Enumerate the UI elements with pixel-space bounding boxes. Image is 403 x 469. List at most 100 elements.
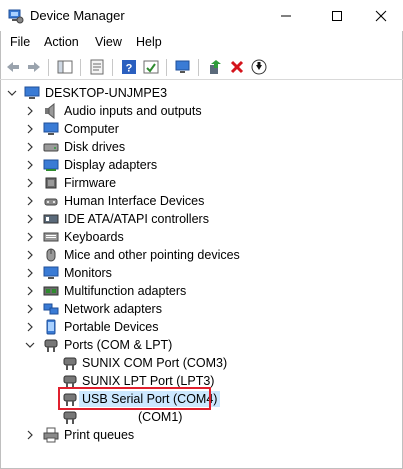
tree-port-sunix-com[interactable]: SUNIX COM Port (COM3) [0, 354, 380, 372]
show-hidden-icon [143, 60, 159, 74]
tree-category-print-queues[interactable]: Print queues [0, 426, 380, 444]
menu-help[interactable]: Help [136, 35, 162, 49]
tree-port-com1[interactable]: (COM1) [0, 408, 380, 426]
forward-icon [28, 62, 40, 72]
tree-category-monitors[interactable]: Monitors [0, 264, 380, 282]
uninstall-device-button[interactable] [228, 58, 246, 76]
expand-chevron-icon[interactable] [24, 246, 36, 264]
maximize-icon [332, 10, 342, 21]
back-icon [7, 62, 19, 72]
toolbar-separator [80, 59, 81, 76]
tree-category-label: Ports (COM & LPT) [64, 338, 173, 352]
tree-category-display-adapters[interactable]: Display adapters [0, 156, 380, 174]
expand-chevron-icon[interactable] [24, 192, 36, 210]
console-tree-button[interactable] [56, 58, 74, 76]
tree-category-label: Mice and other pointing devices [64, 248, 240, 262]
tree-category-label: Computer [64, 122, 119, 136]
minimize-icon [281, 15, 291, 16]
mouse-icon [46, 248, 56, 262]
tree-port-label: SUNIX COM Port (COM3) [82, 356, 228, 370]
menu-view[interactable]: View [95, 35, 122, 49]
close-icon [375, 10, 387, 21]
device-manager-icon [8, 9, 24, 24]
tree-category-keyboards[interactable]: Keyboards [0, 228, 380, 246]
help-icon: ? [122, 60, 136, 75]
expand-chevron-icon[interactable] [24, 210, 36, 228]
expand-chevron-icon[interactable] [24, 426, 36, 444]
tree-category-ports-com-lpt[interactable]: Ports (COM & LPT) [0, 336, 380, 354]
port-icon [63, 411, 77, 424]
expand-chevron-icon[interactable] [24, 174, 36, 192]
monitor-icon [43, 122, 59, 135]
tree-category-label: Disk drives [64, 140, 126, 154]
tree-category-multifunction-adapters[interactable]: Multifunction adapters [0, 282, 380, 300]
collapse-chevron-icon[interactable] [6, 84, 18, 102]
tree-category-label: Display adapters [64, 158, 158, 172]
scan-hardware-button[interactable] [174, 58, 192, 76]
update-driver-button[interactable] [206, 58, 224, 76]
multifunction-icon [43, 286, 59, 296]
monitor-icon [43, 266, 59, 279]
tree-category-human-interface-devices[interactable]: Human Interface Devices [0, 192, 380, 210]
expand-chevron-icon[interactable] [24, 156, 36, 174]
controller-icon [43, 214, 59, 224]
expand-chevron-icon[interactable] [24, 138, 36, 156]
toolbar: ? [0, 55, 403, 80]
properties-icon [90, 59, 104, 75]
tree-category-ide-ata-atapi-controllers[interactable]: IDE ATA/ATAPI controllers [0, 210, 380, 228]
expand-chevron-icon[interactable] [24, 228, 36, 246]
help-button[interactable]: ? [120, 58, 138, 76]
keyboard-icon [43, 232, 59, 242]
vertical-scrollbar[interactable] [392, 80, 402, 468]
expand-chevron-icon[interactable] [24, 120, 36, 138]
port-icon [63, 357, 77, 370]
computer-icon [24, 86, 40, 99]
back-button[interactable] [4, 58, 22, 76]
tree-category-audio-inputs-and-outputs[interactable]: Audio inputs and outputs [0, 102, 380, 120]
tree-category-network-adapters[interactable]: Network adapters [0, 300, 380, 318]
menu-bar: File Action View Help [0, 33, 403, 53]
tree-root-label: DESKTOP-UNJMPE3 [45, 86, 168, 100]
show-hidden-button[interactable] [142, 58, 160, 76]
tree-category-label: Audio inputs and outputs [64, 104, 202, 118]
maximize-button[interactable] [314, 0, 360, 31]
network-icon [43, 303, 59, 315]
toolbar-separator [112, 59, 113, 76]
device-tree: DESKTOP-UNJMPE3 Audio inputs and outputs… [0, 84, 390, 468]
port-icon [44, 339, 58, 352]
hid-icon [44, 198, 58, 206]
minimize-button[interactable] [263, 0, 309, 31]
console-tree-icon [57, 60, 73, 74]
expand-chevron-icon[interactable] [24, 102, 36, 120]
title-bar[interactable]: Device Manager [0, 0, 403, 31]
tree-root[interactable]: DESKTOP-UNJMPE3 [0, 84, 380, 102]
enable-device-button[interactable] [250, 58, 268, 76]
tree-category-computer[interactable]: Computer [0, 120, 380, 138]
printer-icon [43, 427, 59, 443]
toolbar-separator [166, 59, 167, 76]
display-adapter-icon [43, 159, 59, 171]
properties-button[interactable] [88, 58, 106, 76]
toolbar-separator [48, 59, 49, 76]
tree-category-firmware[interactable]: Firmware [0, 174, 380, 192]
tree-category-portable-devices[interactable]: Portable Devices [0, 318, 380, 336]
expand-chevron-icon[interactable] [24, 300, 36, 318]
menu-file[interactable]: File [10, 35, 30, 49]
tree-category-label: Keyboards [64, 230, 124, 244]
svg-text:?: ? [126, 63, 133, 75]
close-button[interactable] [358, 0, 403, 31]
tree-category-label: Network adapters [64, 302, 162, 316]
expand-chevron-icon[interactable] [24, 318, 36, 336]
forward-button[interactable] [25, 58, 43, 76]
expand-chevron-icon[interactable] [24, 264, 36, 282]
update-driver-icon [210, 60, 221, 74]
tree-category-disk-drives[interactable]: Disk drives [0, 138, 380, 156]
tree-category-label: IDE ATA/ATAPI controllers [64, 212, 209, 226]
tree-category-label: Human Interface Devices [64, 194, 205, 208]
collapse-chevron-icon[interactable] [24, 336, 36, 354]
tree-category-mice-and-other-pointing-devices[interactable]: Mice and other pointing devices [0, 246, 380, 264]
menu-action[interactable]: Action [44, 35, 79, 49]
window-title: Device Manager [30, 8, 125, 23]
expand-chevron-icon[interactable] [24, 282, 36, 300]
tree-category-label: Portable Devices [64, 320, 159, 334]
